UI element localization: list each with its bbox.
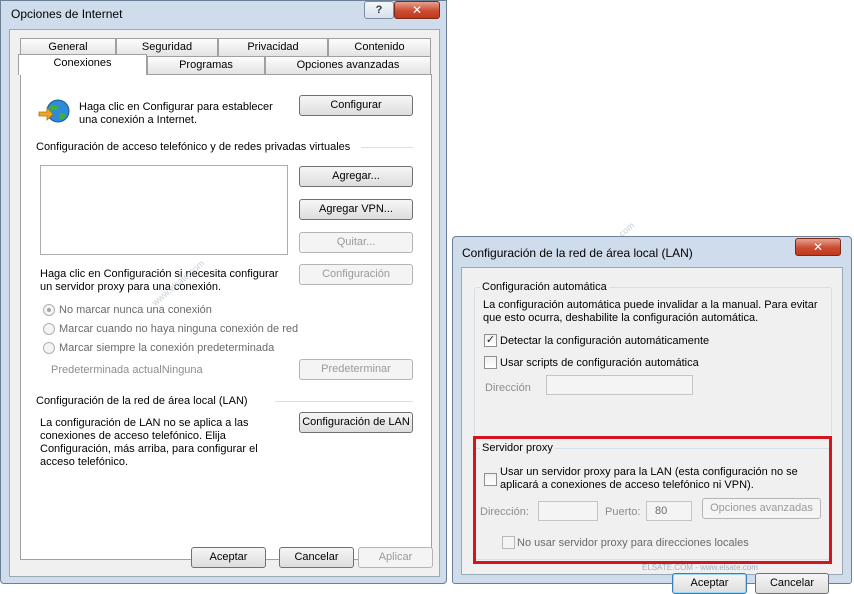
script-address-label: Dirección [485, 382, 531, 394]
lan-text-line2: conexiones de acceso telefónico. Elija [40, 430, 226, 442]
lan-settings-button[interactable]: Configuración de LAN [299, 412, 413, 433]
current-default-label: Predeterminada actualNinguna [51, 364, 203, 377]
window-title: Opciones de Internet [11, 7, 123, 21]
radio-dial-no-network[interactable] [43, 323, 55, 335]
radio-always-dial[interactable] [43, 342, 55, 354]
tab-programs[interactable]: Programas [147, 56, 265, 74]
current-default-label-text: Predeterminada actual [51, 364, 162, 376]
internet-options-window: Opciones de Internet ? ✕ General Segurid… [0, 0, 447, 584]
tab-advanced[interactable]: Opciones avanzadas [265, 56, 431, 74]
window-title: Configuración de la red de área local (L… [462, 246, 693, 260]
set-default-button[interactable]: Predeterminar [299, 359, 413, 380]
auto-script-label: Usar scripts de configuración automática [500, 357, 699, 369]
remove-button[interactable]: Quitar... [299, 232, 413, 253]
setup-button[interactable]: Configurar [299, 95, 413, 116]
tab-privacy[interactable]: Privacidad [218, 38, 328, 56]
help-icon[interactable]: ? [364, 1, 394, 19]
lan-section-label: Configuración de la red de área local (L… [36, 395, 248, 407]
auto-detect-checkbox[interactable]: ✓ [484, 334, 497, 347]
connections-tab-page: Haga clic en Configurar para establecer … [20, 74, 432, 560]
close-icon[interactable]: ✕ [394, 1, 440, 19]
radio-dial-no-network-label: Marcar cuando no haya ninguna conexión d… [59, 323, 299, 335]
tab-connections[interactable]: Conexiones [18, 54, 147, 75]
apply-button[interactable]: Aplicar [358, 547, 433, 568]
watermark-text: ELSATE.COM - www.elsate.com [642, 563, 758, 572]
add-vpn-button[interactable]: Agregar VPN... [299, 199, 413, 220]
auto-config-desc-line1: La configuración automática puede invali… [483, 299, 818, 311]
setup-text-line2: una conexión a Internet. [79, 114, 198, 126]
radio-always-dial-label: Marcar siempre la conexión predeterminad… [59, 342, 275, 354]
radio-never-dial-label: No marcar nunca una conexión [59, 304, 212, 316]
cancel-button[interactable]: Cancelar [755, 573, 829, 594]
setup-text-line1: Haga clic en Configurar para establecer [79, 101, 273, 113]
tab-content[interactable]: Contenido [328, 38, 431, 56]
dialup-section-label: Configuración de acceso telefónico y de … [36, 141, 351, 153]
auto-config-group-label: Configuración automática [480, 281, 609, 294]
ok-button[interactable]: Aceptar [672, 573, 747, 594]
add-button[interactable]: Agregar... [299, 166, 413, 187]
auto-detect-label: Detectar la configuración automáticament… [500, 335, 710, 347]
current-default-value: Ninguna [161, 364, 203, 376]
section-divider [361, 147, 413, 148]
connections-list[interactable] [40, 165, 288, 255]
section-divider [275, 401, 413, 402]
connection-settings-button[interactable]: Configuración [299, 264, 413, 285]
lan-text-line4: acceso telefónico. [40, 456, 129, 468]
auto-script-checkbox[interactable] [484, 356, 497, 369]
lan-settings-window: Configuración de la red de área local (L… [452, 236, 852, 594]
network-globe-icon [37, 97, 71, 127]
cancel-button[interactable]: Cancelar [279, 547, 354, 568]
ok-button[interactable]: Aceptar [191, 547, 266, 568]
dialog-client-area: Configuración automática La configuració… [461, 267, 843, 594]
close-icon[interactable]: ✕ [795, 238, 841, 256]
proxy-highlight-box [473, 436, 832, 564]
auto-config-desc-line2: que esto ocurra, deshabilite la configur… [483, 312, 759, 324]
script-address-input[interactable] [546, 375, 693, 395]
proxy-hint-line1: Haga clic en Configuración si necesita c… [40, 268, 279, 280]
radio-never-dial[interactable] [43, 304, 55, 316]
proxy-hint-line2: un servidor proxy para una conexión. [40, 281, 221, 293]
lan-text-line3: Configuración, más arriba, para configur… [40, 443, 258, 455]
lan-text-line1: La configuración de LAN no se aplica a l… [40, 417, 249, 429]
dialog-client-area: General Seguridad Privacidad Contenido C… [9, 29, 440, 577]
